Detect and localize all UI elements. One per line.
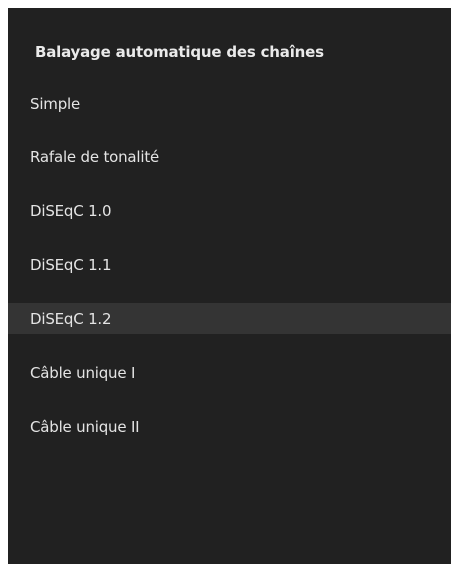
menu-item-diseqc-1-0[interactable]: DiSEqC 1.0 [8,195,451,226]
menu-item-diseqc-1-1[interactable]: DiSEqC 1.1 [8,249,451,280]
menu-item-label: DiSEqC 1.0 [30,201,112,220]
scan-menu-panel: Balayage automatique des chaînes Simple … [8,8,451,564]
menu-item-single-cable-1[interactable]: Câble unique I [8,357,451,388]
menu-item-label: Rafale de tonalité [30,147,160,166]
menu-item-label: Simple [30,94,81,113]
menu-item-single-cable-2[interactable]: Câble unique II [8,411,451,442]
menu-item-tone-burst[interactable]: Rafale de tonalité [8,141,451,172]
menu-item-label: DiSEqC 1.2 [30,309,112,328]
menu-item-diseqc-1-2[interactable]: DiSEqC 1.2 [8,303,451,334]
menu-item-simple[interactable]: Simple [8,88,451,119]
menu-item-label: DiSEqC 1.1 [30,255,112,274]
menu-title: Balayage automatique des chaînes [35,43,324,61]
menu-item-label: Câble unique I [30,363,136,382]
menu-item-label: Câble unique II [30,417,140,436]
